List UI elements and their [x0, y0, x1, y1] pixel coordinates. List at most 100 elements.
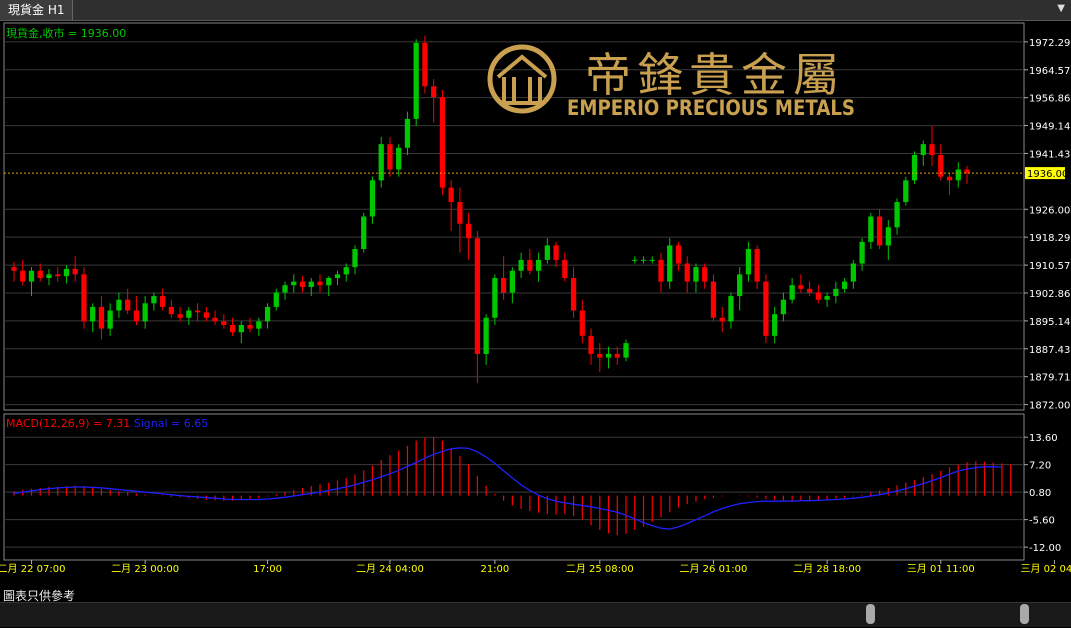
candle: [579, 299, 585, 344]
candle: [177, 306, 183, 322]
candle: [474, 230, 481, 383]
candle-body: [710, 281, 717, 318]
candle-body: [326, 277, 332, 286]
chart-area: 1972.29 1964.57 1956.86 1949.14 1941.43 1926.…: [0, 22, 1071, 575]
price-tick-label: 1972.29: [1029, 38, 1070, 49]
candle: [789, 277, 795, 304]
candle-body: [815, 292, 821, 300]
candle-body: [352, 249, 358, 268]
candle-body: [387, 144, 393, 170]
candle-body: [894, 202, 900, 228]
candle: [710, 274, 717, 322]
candle-body: [46, 274, 52, 278]
candle-body: [20, 270, 26, 282]
candle: [876, 209, 883, 250]
candle-body: [562, 259, 568, 278]
candle-body: [544, 245, 550, 260]
candle-body: [859, 241, 865, 264]
candle: [667, 238, 673, 289]
candle-body: [719, 317, 725, 322]
candle-body: [11, 267, 17, 271]
candle-body: [81, 274, 87, 322]
logo-emblem-icon: [496, 54, 548, 105]
candle-body: [90, 306, 96, 322]
candle: [570, 267, 577, 318]
candle: [264, 303, 271, 329]
candle-body: [317, 281, 323, 286]
candle: [448, 180, 454, 231]
candle: [81, 267, 87, 329]
candle-body: [194, 310, 201, 313]
candle: [378, 136, 384, 188]
candle-body: [474, 238, 481, 354]
price-tick-label: 1879.71: [1029, 373, 1070, 384]
tab-chart[interactable]: 現貨金 H1: [0, 0, 74, 20]
time-tick-label: 21:00: [480, 564, 509, 575]
candle-body: [798, 285, 804, 289]
candle: [221, 314, 227, 329]
tab-label: 現貨金 H1: [8, 3, 65, 17]
scroll-handle-left[interactable]: [866, 604, 875, 624]
candle: [824, 292, 830, 307]
candle: [334, 270, 341, 286]
macd-label: MACD(12,26,9) = 7.31: [6, 417, 134, 430]
candle-body: [658, 259, 664, 282]
time-tick-label: 二月 25 08:00: [566, 563, 634, 575]
time-tick-label: 三月 02 04:00: [1020, 563, 1071, 575]
price-tick-label: 1902.86: [1029, 289, 1070, 300]
candle: [728, 292, 734, 329]
candle: [658, 252, 664, 293]
scrollbar-track[interactable]: [0, 602, 1071, 627]
candle: [894, 198, 900, 235]
candle-body: [404, 118, 411, 148]
candle-body: [903, 180, 909, 203]
candle-body: [431, 86, 437, 98]
price-tick-label: 1895.14: [1029, 317, 1070, 328]
tab-menu-arrow-icon[interactable]: ▼: [1057, 3, 1065, 14]
candle-body: [500, 277, 507, 293]
candle: [885, 220, 891, 260]
candle-body: [649, 259, 655, 261]
scroll-handle-right[interactable]: [1020, 604, 1029, 624]
candle-body: [509, 270, 515, 293]
candle: [675, 241, 682, 271]
candle-body: [745, 249, 752, 275]
candle-body: [876, 216, 883, 246]
candle: [37, 263, 43, 282]
candle-body: [343, 267, 349, 275]
candle: [387, 136, 393, 177]
candle: [142, 296, 148, 329]
candle: [352, 245, 358, 275]
candle-body: [256, 321, 262, 329]
candle-body: [702, 267, 708, 282]
price-tick-label: 1941.43: [1029, 149, 1070, 160]
candle: [737, 267, 743, 311]
candle: [640, 256, 647, 264]
candle: [431, 79, 437, 123]
candle: [413, 39, 419, 127]
candle-body: [151, 296, 157, 304]
candle-body: [466, 223, 472, 239]
signal-line: [13, 447, 1003, 530]
candle: [929, 126, 935, 166]
candle-body: [955, 169, 961, 181]
candle: [780, 292, 787, 322]
candle: [46, 268, 52, 286]
candle: [719, 306, 725, 333]
macd-labels: MACD(12,26,9) = 7.31 Signal = 6.65: [6, 417, 208, 430]
candle-body: [754, 249, 760, 282]
candle-body: [439, 97, 446, 188]
candle-body: [378, 144, 384, 181]
candle-body: [570, 277, 577, 311]
candle-body: [116, 299, 122, 311]
candle-body: [125, 299, 131, 311]
price-tick-label: 1964.57: [1029, 66, 1070, 77]
candle-body: [667, 245, 673, 282]
candle-body: [37, 270, 43, 278]
candle: [938, 144, 944, 181]
candle-body: [291, 281, 297, 286]
price-tick-label: 1949.14: [1029, 122, 1070, 133]
candle-body: [518, 259, 524, 271]
candle-body: [422, 42, 428, 87]
candle-body: [334, 274, 341, 278]
